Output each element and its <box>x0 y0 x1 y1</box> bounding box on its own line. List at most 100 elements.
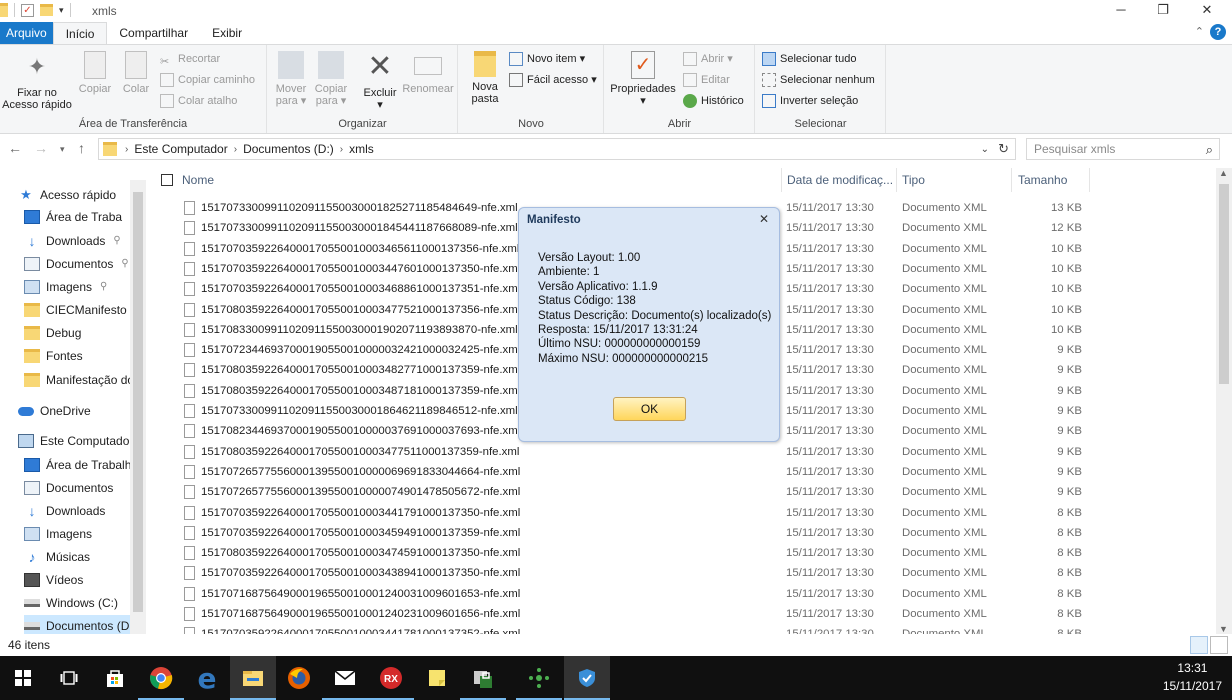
file-row[interactable]: 1517070359226400017055001000345949100013… <box>152 523 1216 543</box>
new-folder-button[interactable]: Nova pasta <box>465 49 505 105</box>
forward-arrow-icon[interactable]: → <box>34 140 48 156</box>
tab-compartilhar[interactable]: Compartilhar <box>107 22 200 44</box>
large-icons-view-icon[interactable] <box>1210 636 1228 654</box>
cut-button[interactable]: ✂ Recortar <box>160 49 220 69</box>
file-row[interactable]: 1517070359226400017055001000344179100013… <box>152 503 1216 523</box>
file-explorer-icon[interactable] <box>230 656 276 700</box>
easy-access-button[interactable]: Fácil acesso ▾ <box>509 70 597 90</box>
nav-item[interactable]: Área de Traba⚲ <box>24 206 137 228</box>
chrome-icon[interactable] <box>138 656 184 700</box>
select-all-checkbox[interactable] <box>161 174 173 186</box>
rename-button[interactable]: Renomear <box>400 49 456 95</box>
ok-button[interactable]: OK <box>613 397 686 421</box>
properties-button[interactable]: ✓ Propriedades ▾ <box>609 49 677 107</box>
recent-dropdown-icon[interactable]: ▾ <box>60 144 65 155</box>
nav-item[interactable]: Manifestação do <box>24 369 134 391</box>
store-icon[interactable] <box>92 656 138 700</box>
paste-shortcut-button[interactable]: Colar atalho <box>160 91 237 111</box>
pin-icon[interactable]: ⚲ <box>100 276 107 298</box>
edit-button[interactable]: Editar <box>683 70 730 90</box>
paste-button[interactable]: Colar <box>118 49 154 95</box>
mail-icon[interactable] <box>322 656 368 700</box>
nav-item[interactable]: Vídeos <box>24 569 130 591</box>
close-button[interactable]: ✕ <box>1184 0 1230 22</box>
select-none-button[interactable]: Selecionar nenhum <box>762 70 875 90</box>
customize-dropdown-icon[interactable]: ▾ <box>59 5 64 16</box>
new-folder-icon[interactable] <box>40 4 53 16</box>
nav-item[interactable]: Fontes <box>24 345 130 367</box>
properties-check-icon[interactable]: ✓ <box>21 3 34 17</box>
copy-button[interactable]: Copiar <box>76 49 114 95</box>
nav-item[interactable]: ♪ Músicas <box>24 546 130 568</box>
move-to-button[interactable]: Mover para ▾ <box>272 49 310 107</box>
help-icon[interactable]: ? <box>1210 24 1226 40</box>
tab-arquivo[interactable]: Arquivo <box>0 22 53 44</box>
column-date[interactable]: Data de modificaç... <box>781 168 897 192</box>
scroll-down-icon[interactable]: ▼ <box>1219 624 1228 634</box>
maximize-button[interactable]: ❐ <box>1140 0 1186 22</box>
dialog-close-icon[interactable]: ✕ <box>759 212 769 226</box>
rx-app-icon[interactable]: RX <box>368 656 414 700</box>
nav-item[interactable]: ↓ Downloads <box>24 500 130 522</box>
file-row[interactable]: 1517071687564900019655001000124003100960… <box>152 584 1216 604</box>
delete-button[interactable]: ✕ Excluir ▾ <box>360 49 400 112</box>
search-icon[interactable]: ⌕ <box>1206 140 1213 160</box>
column-name[interactable]: Nome <box>176 168 782 192</box>
file-row[interactable]: 1517080359226400017055001000347751100013… <box>152 442 1216 462</box>
file-row[interactable]: 1517072657755600013955001000007490147850… <box>152 482 1216 502</box>
breadcrumb-este-computador[interactable]: Este Computador <box>128 142 233 156</box>
edge-icon[interactable]: e <box>184 656 230 700</box>
nav-item[interactable]: Documentos <box>24 477 130 499</box>
file-list-scrollbar-thumb[interactable] <box>1219 184 1229 384</box>
copy-path-button[interactable]: Copiar caminho <box>160 70 255 90</box>
invert-selection-button[interactable]: Inverter seleção <box>762 91 858 111</box>
column-type[interactable]: Tipo <box>896 168 1012 192</box>
nav-item[interactable]: Windows (C:) <box>24 592 130 614</box>
column-size[interactable]: Tamanho <box>1012 168 1090 192</box>
nav-item[interactable]: ★ Acesso rápido <box>18 184 130 206</box>
file-row[interactable]: 1517070359226400017055001000343894100013… <box>152 563 1216 583</box>
nav-item[interactable]: CIECManifesto <box>24 299 130 321</box>
security-app-icon[interactable] <box>460 656 506 700</box>
nav-item[interactable]: OneDrive <box>18 400 130 422</box>
nav-item[interactable]: Área de Trabalho <box>24 454 138 476</box>
nav-item[interactable]: Imagens ⚲ <box>24 276 130 298</box>
nav-item[interactable]: Este Computador <box>18 430 133 452</box>
copy-to-button[interactable]: Copiar para ▾ <box>312 49 350 107</box>
pin-icon[interactable]: ⚲ <box>113 230 120 252</box>
nav-item[interactable]: Documentos (D: <box>24 615 133 634</box>
breadcrumb-documentos[interactable]: Documentos (D:) <box>237 142 340 156</box>
nav-scrollbar-thumb[interactable] <box>133 192 143 612</box>
nav-item[interactable]: Imagens <box>24 523 130 545</box>
new-item-button[interactable]: Novo item ▾ <box>509 49 585 69</box>
history-button[interactable]: Histórico <box>683 91 744 111</box>
firefox-icon[interactable] <box>276 656 322 700</box>
file-list-scrollbar[interactable]: ▲ ▼ <box>1216 168 1232 634</box>
collapse-ribbon-icon[interactable]: ⌃ <box>1195 25 1204 38</box>
address-bar[interactable]: › Este Computador › Documentos (D:) › xm… <box>98 138 1016 160</box>
breadcrumb-xmls[interactable]: xmls <box>343 142 380 156</box>
file-row[interactable]: 1517071687564900019655001000124023100960… <box>152 604 1216 624</box>
search-input[interactable]: Pesquisar xmls ⌕ <box>1026 138 1220 160</box>
address-dropdown-icon[interactable]: ⌄ <box>981 144 989 155</box>
system-clock[interactable]: 13:31 15/11/2017 <box>1163 659 1222 695</box>
file-row[interactable]: 1517072657755600013955001000006969183304… <box>152 462 1216 482</box>
back-arrow-icon[interactable]: ← <box>8 140 22 156</box>
connect-app-icon[interactable] <box>516 656 562 700</box>
nav-scrollbar[interactable] <box>130 180 146 634</box>
up-arrow-icon[interactable]: ↑ <box>78 140 85 156</box>
scroll-up-icon[interactable]: ▲ <box>1219 168 1228 178</box>
nav-item[interactable]: ↓ Downloads ⚲ <box>24 230 130 252</box>
details-view-icon[interactable] <box>1190 636 1208 654</box>
select-all-button[interactable]: Selecionar tudo <box>762 49 856 69</box>
minimize-button[interactable]: ─ <box>1098 0 1144 22</box>
file-row[interactable]: 1517080359226400017055001000347459100013… <box>152 543 1216 563</box>
task-view-icon[interactable] <box>46 656 92 700</box>
pin-icon[interactable]: ⚲ <box>121 253 128 275</box>
nav-item[interactable]: Documentos ⚲ <box>24 253 130 275</box>
open-button[interactable]: Abrir ▾ <box>683 49 733 69</box>
tab-inicio[interactable]: Início <box>52 22 108 44</box>
windows-start-icon[interactable] <box>0 656 46 700</box>
pin-quick-access-button[interactable]: ✦ Fixar no Acesso rápido <box>0 49 74 111</box>
tab-exibir[interactable]: Exibir <box>200 22 254 44</box>
